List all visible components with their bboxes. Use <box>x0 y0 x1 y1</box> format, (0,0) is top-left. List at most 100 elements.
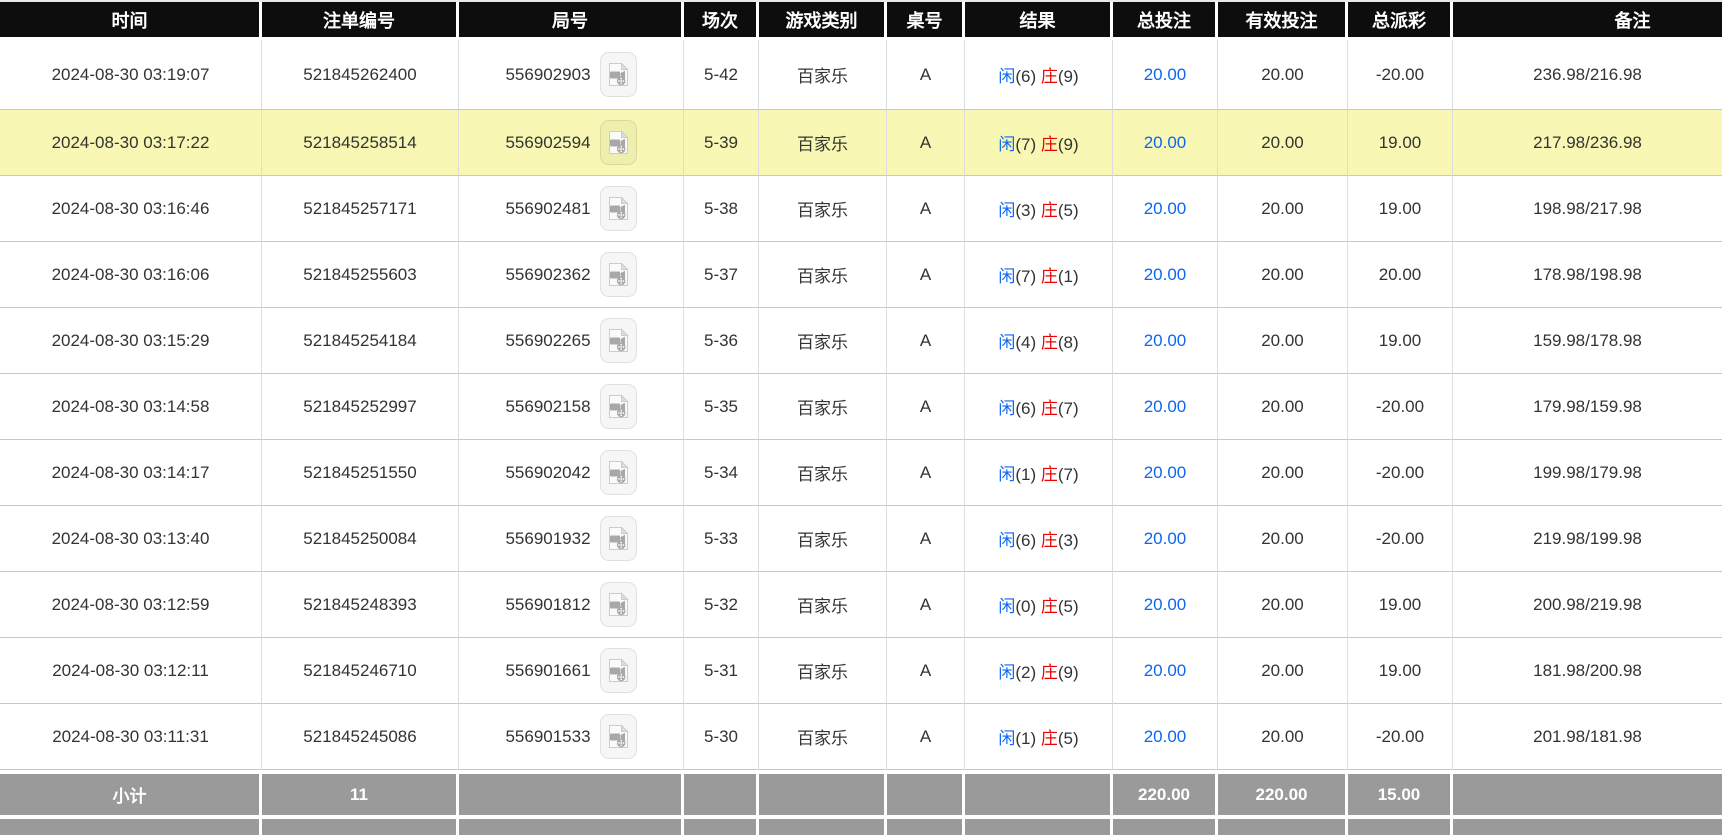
cell-table-number: A <box>887 638 965 704</box>
cell-time: 2024-08-30 03:13:40 <box>0 506 262 572</box>
cell-total-bet: 20.00 <box>1113 638 1218 704</box>
video-replay-button[interactable] <box>599 252 637 297</box>
subtotal-label: 小计 <box>0 770 262 815</box>
total-bet-link[interactable]: 20.00 <box>1144 397 1187 416</box>
table-row[interactable]: 2024-08-30 03:12:11 521845246710 556901661… <box>0 638 1722 704</box>
table-row[interactable]: 2024-08-30 03:16:46 521845257171 556902481… <box>0 176 1722 242</box>
cell-bet-number: 521845252997 <box>262 374 459 440</box>
video-replay-button[interactable] <box>599 318 637 363</box>
total-bet-link[interactable]: 20.00 <box>1144 265 1187 284</box>
cell-remark: 217.98/236.98 <box>1453 110 1722 176</box>
cell-session: 5-39 <box>684 110 759 176</box>
cell-session: 5-42 <box>684 40 759 110</box>
cell-result: 闲(3) 庄(5) <box>965 176 1113 242</box>
round-number-wrap: 556901661 <box>505 648 637 693</box>
round-number-text: 556902594 <box>505 132 591 152</box>
result-player-label: 闲 <box>998 597 1016 616</box>
result-player-label: 闲 <box>998 465 1016 484</box>
total-bet-link[interactable]: 20.00 <box>1144 727 1187 746</box>
cell-payout: 19.00 <box>1348 638 1453 704</box>
video-replay-button[interactable] <box>599 120 637 165</box>
round-number-wrap: 556902265 <box>505 318 637 363</box>
video-replay-button[interactable] <box>599 186 637 231</box>
round-number-text: 556902158 <box>505 396 591 416</box>
subtotal-count: 11 <box>262 770 459 815</box>
cell-valid-bet: 20.00 <box>1218 506 1348 572</box>
cell-time: 2024-08-30 03:12:59 <box>0 572 262 638</box>
subtotal-empty-session <box>684 770 759 815</box>
subtotal-row: 小计 11 220.00 220.00 15.00 <box>0 770 1722 815</box>
table-row[interactable]: 2024-08-30 03:13:40 521845250084 556901932… <box>0 506 1722 572</box>
result-player-value: (7) <box>1015 135 1041 154</box>
total-bet-link[interactable]: 20.00 <box>1144 595 1187 614</box>
total-bet-link[interactable]: 20.00 <box>1144 463 1187 482</box>
cell-time: 2024-08-30 03:12:11 <box>0 638 262 704</box>
video-icon <box>608 328 629 352</box>
result-player-value: (1) <box>1015 729 1041 748</box>
result-banker-label: 庄 <box>1040 531 1058 550</box>
video-replay-button[interactable] <box>599 648 637 693</box>
round-number-wrap: 556901932 <box>505 516 637 561</box>
video-icon <box>608 658 629 682</box>
cell-session: 5-38 <box>684 176 759 242</box>
cell-total-bet: 20.00 <box>1113 242 1218 308</box>
video-icon <box>608 130 629 154</box>
video-replay-button[interactable] <box>599 714 637 759</box>
total-bet-link[interactable]: 20.00 <box>1144 65 1187 84</box>
cell-bet-number: 521845262400 <box>262 40 459 110</box>
cell-payout: -20.00 <box>1348 40 1453 110</box>
table-row[interactable]: 2024-08-30 03:12:59 521845248393 556901812… <box>0 572 1722 638</box>
table-row[interactable]: 2024-08-30 03:19:07 521845262400 556902903… <box>0 40 1722 110</box>
partial-cell <box>759 815 887 835</box>
partial-cell <box>0 815 262 835</box>
partial-cell <box>1218 815 1348 835</box>
result-player-label: 闲 <box>998 135 1016 154</box>
cell-time: 2024-08-30 03:11:31 <box>0 704 262 770</box>
table-row[interactable]: 2024-08-30 03:15:29 521845254184 556902265… <box>0 308 1722 374</box>
cell-time: 2024-08-30 03:16:06 <box>0 242 262 308</box>
result-banker-label: 庄 <box>1040 597 1058 616</box>
cell-round-number: 556901812 <box>459 572 684 638</box>
video-replay-button[interactable] <box>599 582 637 627</box>
cell-time: 2024-08-30 03:15:29 <box>0 308 262 374</box>
cell-table-number: A <box>887 572 965 638</box>
result-banker-label: 庄 <box>1040 729 1058 748</box>
table-row[interactable]: 2024-08-30 03:16:06 521845255603 556902362… <box>0 242 1722 308</box>
cell-round-number: 556902594 <box>459 110 684 176</box>
video-replay-button[interactable] <box>599 450 637 495</box>
table-row[interactable]: 2024-08-30 03:11:31 521845245086 556901533… <box>0 704 1722 770</box>
result-player-value: (4) <box>1015 333 1041 352</box>
partial-cell <box>262 815 459 835</box>
partial-cell <box>1113 815 1218 835</box>
total-bet-link[interactable]: 20.00 <box>1144 529 1187 548</box>
video-replay-button[interactable] <box>599 516 637 561</box>
video-replay-button[interactable] <box>599 52 637 97</box>
video-replay-button[interactable] <box>599 384 637 429</box>
table-body: 2024-08-30 03:19:07 521845262400 556902903… <box>0 40 1722 835</box>
round-number-text: 556901932 <box>505 528 591 548</box>
cell-result: 闲(6) 庄(7) <box>965 374 1113 440</box>
result-banker-value: (7) <box>1057 465 1079 484</box>
cell-valid-bet: 20.00 <box>1218 572 1348 638</box>
cell-total-bet: 20.00 <box>1113 40 1218 110</box>
column-header-game: 游戏类别 <box>759 2 887 40</box>
result-banker-value: (5) <box>1057 597 1079 616</box>
cell-result: 闲(6) 庄(9) <box>965 40 1113 110</box>
cell-session: 5-33 <box>684 506 759 572</box>
column-header-total: 总投注 <box>1113 2 1218 40</box>
round-number-wrap: 556902158 <box>505 384 637 429</box>
table-row[interactable]: 2024-08-30 03:17:22 521845258514 556902594… <box>0 110 1722 176</box>
cell-time: 2024-08-30 03:14:58 <box>0 374 262 440</box>
video-icon <box>608 724 629 748</box>
total-bet-link[interactable]: 20.00 <box>1144 199 1187 218</box>
cell-remark: 179.98/159.98 <box>1453 374 1722 440</box>
total-bet-link[interactable]: 20.00 <box>1144 661 1187 680</box>
table-row[interactable]: 2024-08-30 03:14:17 521845251550 556902042… <box>0 440 1722 506</box>
partial-cell <box>1453 815 1722 835</box>
result-banker-label: 庄 <box>1040 465 1058 484</box>
cell-result: 闲(7) 庄(1) <box>965 242 1113 308</box>
table-row[interactable]: 2024-08-30 03:14:58 521845252997 556902158… <box>0 374 1722 440</box>
total-bet-link[interactable]: 20.00 <box>1144 133 1187 152</box>
column-header-betno: 注单编号 <box>262 2 459 40</box>
total-bet-link[interactable]: 20.00 <box>1144 331 1187 350</box>
